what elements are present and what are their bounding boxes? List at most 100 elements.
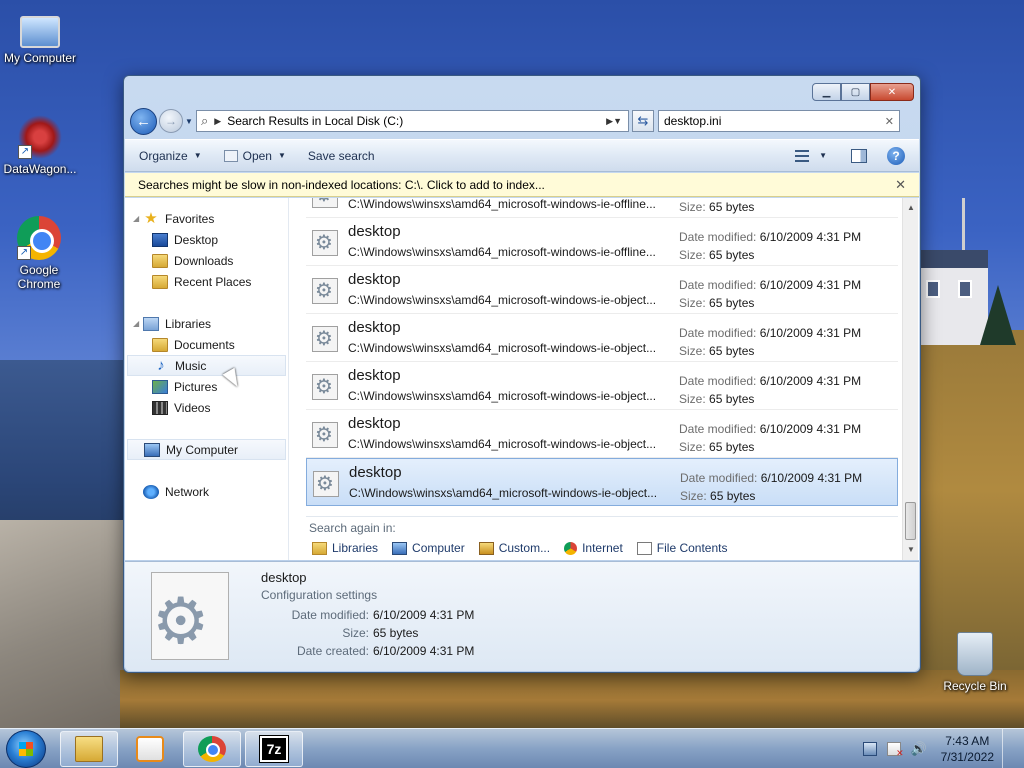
command-bar-right: ▼ ?: [781, 146, 905, 165]
open-button[interactable]: Open ▼: [223, 149, 286, 163]
nav-item-pictures[interactable]: Pictures: [125, 376, 288, 397]
expand-arrow-icon[interactable]: ◢: [133, 319, 143, 328]
chrome-icon: ↗: [17, 216, 61, 260]
result-name: desktop: [348, 415, 401, 432]
desktop-icon-datawagon[interactable]: ↗ DataWagon...: [0, 115, 80, 176]
result-row[interactable]: desktop C:\Windows\winsxs\amd64_microsof…: [306, 410, 898, 458]
organize-button[interactable]: Organize ▼: [139, 149, 202, 163]
nav-item-videos[interactable]: Videos: [125, 397, 288, 418]
save-search-label: Save search: [307, 148, 375, 163]
refresh-button[interactable]: ⇆: [632, 110, 654, 132]
scroll-thumb[interactable]: [905, 502, 916, 540]
details-properties: Date modified: 6/10/2009 4:31 PM Size: 6…: [261, 606, 475, 660]
result-date-value: 6/10/2009 4:31 PM: [760, 471, 863, 485]
result-path: C:\Windows\winsxs\amd64_microsoft-window…: [348, 293, 657, 307]
desktop-icon-label: Recycle Bin: [943, 679, 1007, 693]
result-row[interactable]: desktop C:\Windows\winsxs\amd64_microsof…: [306, 314, 898, 362]
details-pane: desktop Configuration settings Date modi…: [125, 561, 919, 671]
details-value[interactable]: 6/10/2009 4:31 PM: [373, 608, 474, 622]
network-status-icon[interactable]: [862, 742, 877, 756]
forward-button[interactable]: →: [159, 109, 183, 133]
result-name: desktop: [349, 464, 402, 481]
desktop-icon-label: Google Chrome: [17, 263, 61, 291]
maximize-button[interactable]: ▢: [841, 83, 870, 101]
result-row[interactable]: desktop C:\Windows\winsxs\amd64_microsof…: [306, 362, 898, 410]
result-row[interactable]: desktop C:\Windows\winsxs\amd64_microsof…: [306, 266, 898, 314]
result-date-label: Date modified:: [679, 326, 757, 340]
search-again-item-label: Custom...: [498, 541, 551, 555]
result-path: C:\Windows\winsxs\amd64_microsoft-window…: [348, 437, 657, 451]
desktop-icon-recycle-bin[interactable]: Recycle Bin: [935, 632, 1015, 693]
save-search-button[interactable]: Save search: [308, 149, 375, 163]
desktop-icon-my-computer[interactable]: My Computer: [0, 10, 80, 65]
result-row-selected[interactable]: desktop C:\Windows\winsxs\amd64_microsof…: [306, 458, 898, 506]
explorer-body: ◢ ★ Favorites Desktop Downloads Recent P…: [125, 198, 919, 560]
result-size: Size: 65 bytes: [679, 296, 754, 310]
result-date-label: Date modified:: [679, 374, 757, 388]
result-path: C:\Windows\winsxs\amd64_microsoft-window…: [348, 245, 656, 259]
close-button[interactable]: ✕: [870, 83, 914, 101]
taskbar-7zip[interactable]: 7z: [245, 731, 303, 767]
action-center-flag-icon[interactable]: [886, 742, 904, 759]
chevron-right-icon[interactable]: ▶: [606, 116, 613, 127]
result-date-value: 6/10/2009 4:31 PM: [759, 278, 862, 292]
nav-item-documents[interactable]: Documents: [125, 334, 288, 355]
clear-search-icon[interactable]: ✕: [885, 115, 894, 128]
shortcut-arrow-icon: ↗: [17, 246, 31, 260]
address-dropdown-icon[interactable]: ▼: [613, 116, 622, 126]
scroll-up-arrow-icon[interactable]: ▲: [903, 200, 919, 216]
nav-item-downloads[interactable]: Downloads: [125, 250, 288, 271]
explorer-window[interactable]: ▁ ▢ ✕ ← → ▼ ⌕ ▶ Search Results in Local …: [123, 75, 921, 673]
search-again-options: Libraries Computer Custom... Internet Fi…: [312, 541, 741, 555]
expand-arrow-icon[interactable]: ◢: [133, 214, 143, 223]
volume-icon[interactable]: 🔊: [911, 742, 927, 756]
back-button[interactable]: ←: [130, 107, 157, 135]
chrome-icon: [198, 736, 226, 762]
nav-item-my-computer[interactable]: My Computer: [127, 439, 286, 460]
search-again-file-contents[interactable]: File Contents: [636, 541, 727, 555]
search-again-computer[interactable]: Computer: [392, 541, 465, 555]
taskbar-chrome[interactable]: [183, 731, 241, 767]
info-bar-close-icon[interactable]: ✕: [895, 177, 906, 193]
details-value[interactable]: 6/10/2009 4:31 PM: [373, 644, 474, 658]
minimize-button[interactable]: ▁: [812, 83, 841, 101]
chevron-right-icon[interactable]: ▶: [214, 116, 221, 127]
taskbar-explorer[interactable]: [60, 731, 118, 767]
search-box[interactable]: ✕: [658, 110, 900, 132]
show-desktop-button[interactable]: [1002, 729, 1014, 768]
change-view-button[interactable]: ▼: [795, 149, 827, 162]
pictures-icon: [152, 379, 168, 394]
nav-item-network[interactable]: Network: [125, 481, 288, 502]
result-row-partial[interactable]: C:\Windows\winsxs\amd64_microsoft-window…: [306, 198, 898, 218]
taskbar-media-player[interactable]: [121, 731, 179, 767]
results-scrollbar[interactable]: ▲ ▼: [902, 198, 918, 560]
result-path: C:\Windows\winsxs\amd64_microsoft-window…: [348, 198, 656, 211]
preview-pane-icon[interactable]: [851, 148, 867, 163]
nav-item-recent-places[interactable]: Recent Places: [125, 271, 288, 292]
nav-item-favorites[interactable]: ◢ ★ Favorites: [125, 208, 288, 229]
search-again-internet[interactable]: Internet: [564, 541, 623, 555]
index-info-bar[interactable]: Searches might be slow in non-indexed lo…: [125, 173, 919, 197]
result-row[interactable]: desktop C:\Windows\winsxs\amd64_microsof…: [306, 218, 898, 266]
custom-folder-icon: [478, 541, 494, 555]
scroll-down-arrow-icon[interactable]: ▼: [903, 542, 919, 558]
config-file-icon: [312, 230, 338, 256]
clock[interactable]: 7:43 AM 7/31/2022: [941, 733, 994, 765]
search-again-custom[interactable]: Custom...: [478, 541, 551, 555]
nav-label: Network: [165, 484, 210, 499]
desktop-icon-google-chrome[interactable]: ↗ Google Chrome: [0, 216, 78, 291]
search-again-libraries[interactable]: Libraries: [312, 541, 378, 555]
address-bar[interactable]: ⌕ ▶ Search Results in Local Disk (C:) ▶ …: [196, 110, 629, 132]
result-size-label: Size:: [679, 344, 706, 358]
nav-item-music[interactable]: ♪ Music: [127, 355, 286, 376]
result-date-value: 6/10/2009 4:31 PM: [759, 422, 862, 436]
recent-pages-dropdown[interactable]: ▼: [185, 117, 193, 126]
start-button[interactable]: [6, 730, 46, 768]
search-input[interactable]: [664, 114, 885, 128]
nav-item-libraries[interactable]: ◢ Libraries: [125, 313, 288, 334]
help-icon[interactable]: ?: [887, 146, 905, 165]
nav-item-desktop[interactable]: Desktop: [125, 229, 288, 250]
search-results-list[interactable]: C:\Windows\winsxs\amd64_microsoft-window…: [290, 198, 902, 560]
result-size-value: 65 bytes: [709, 344, 755, 358]
result-date: Date modified: 6/10/2009 4:31 PM: [679, 278, 861, 292]
